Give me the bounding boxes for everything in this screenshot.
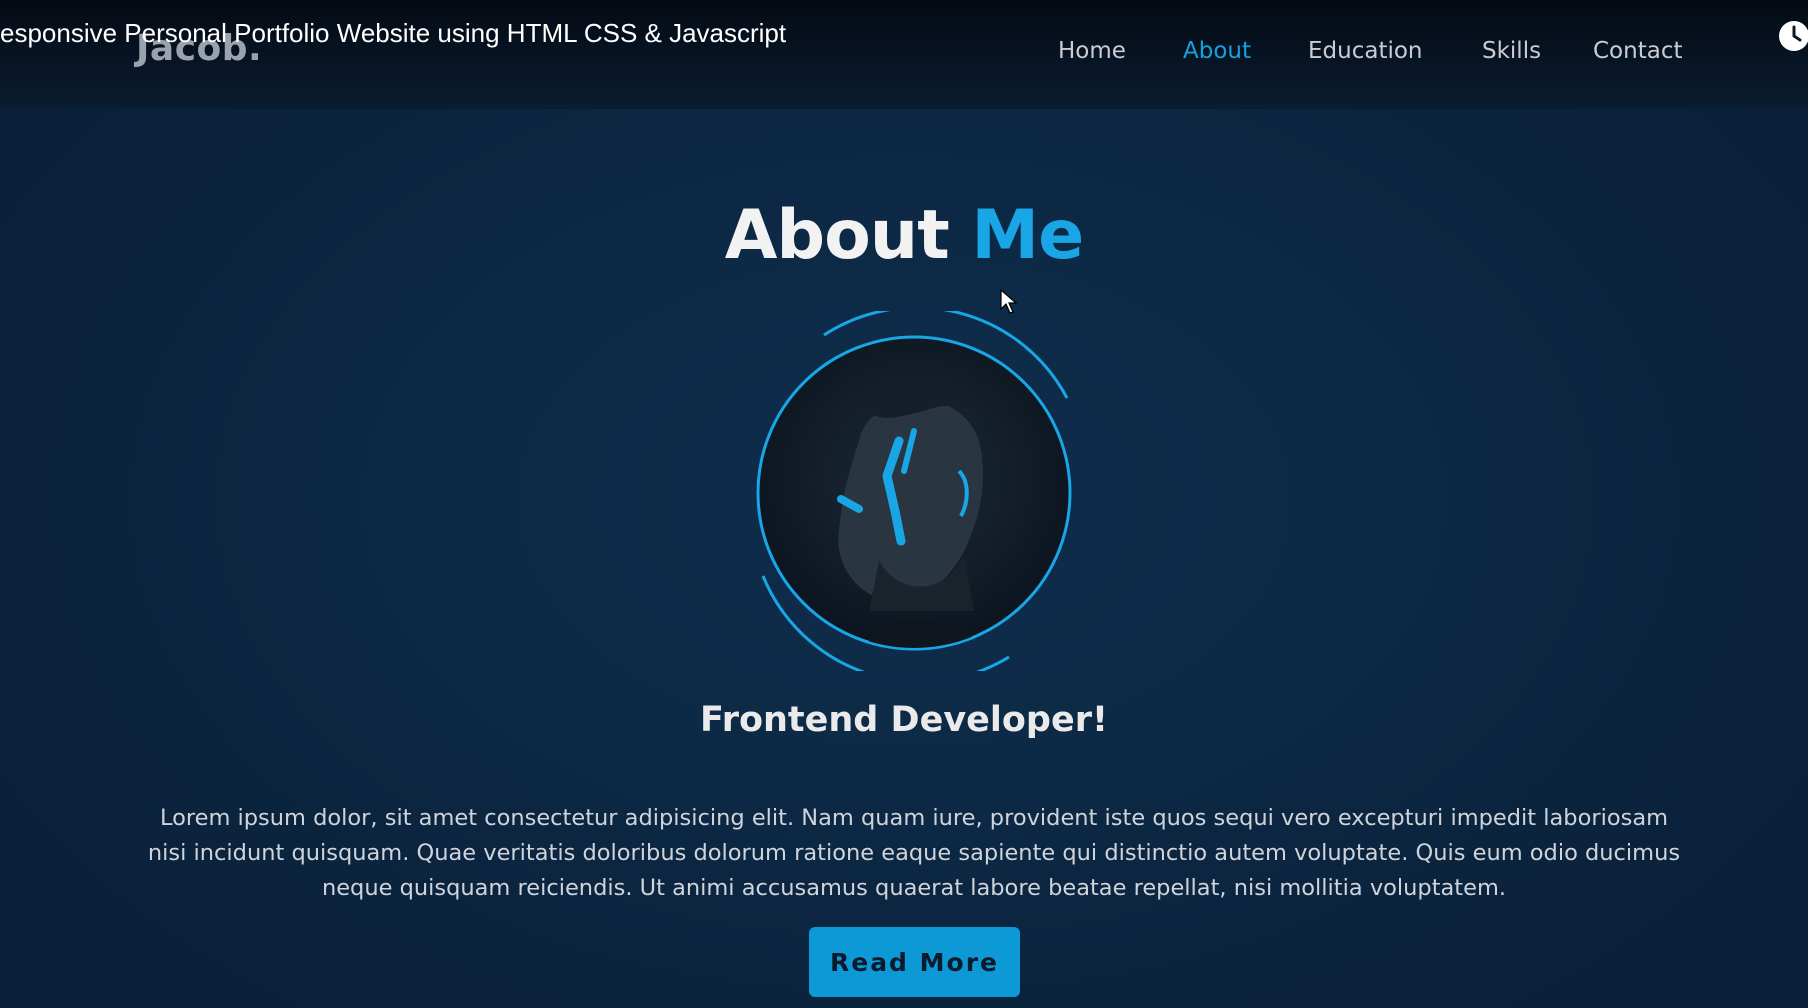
about-heading: About Me	[0, 196, 1808, 275]
site-header: Jacob. esponsive Personal Portfolio Webs…	[0, 0, 1808, 109]
profile-avatar	[749, 311, 1079, 671]
nav-about[interactable]: About	[1183, 38, 1251, 64]
about-heading-accent: Me	[971, 195, 1084, 275]
role-title: Frontend Developer!	[700, 700, 1108, 740]
nav-skills[interactable]: Skills	[1482, 38, 1541, 64]
mouse-pointer-icon	[1000, 289, 1018, 314]
nav-education[interactable]: Education	[1308, 38, 1423, 64]
about-heading-main: About	[724, 195, 950, 275]
main-nav: Home About Education Skills Contact	[0, 38, 1808, 72]
avatar-image	[756, 311, 1072, 671]
clock-icon[interactable]	[1778, 20, 1808, 52]
about-bio: Lorem ipsum dolor, sit amet consectetur …	[147, 804, 1681, 901]
nav-contact[interactable]: Contact	[1593, 38, 1682, 64]
nav-home[interactable]: Home	[1058, 38, 1126, 64]
read-more-button[interactable]: Read More	[809, 927, 1020, 997]
